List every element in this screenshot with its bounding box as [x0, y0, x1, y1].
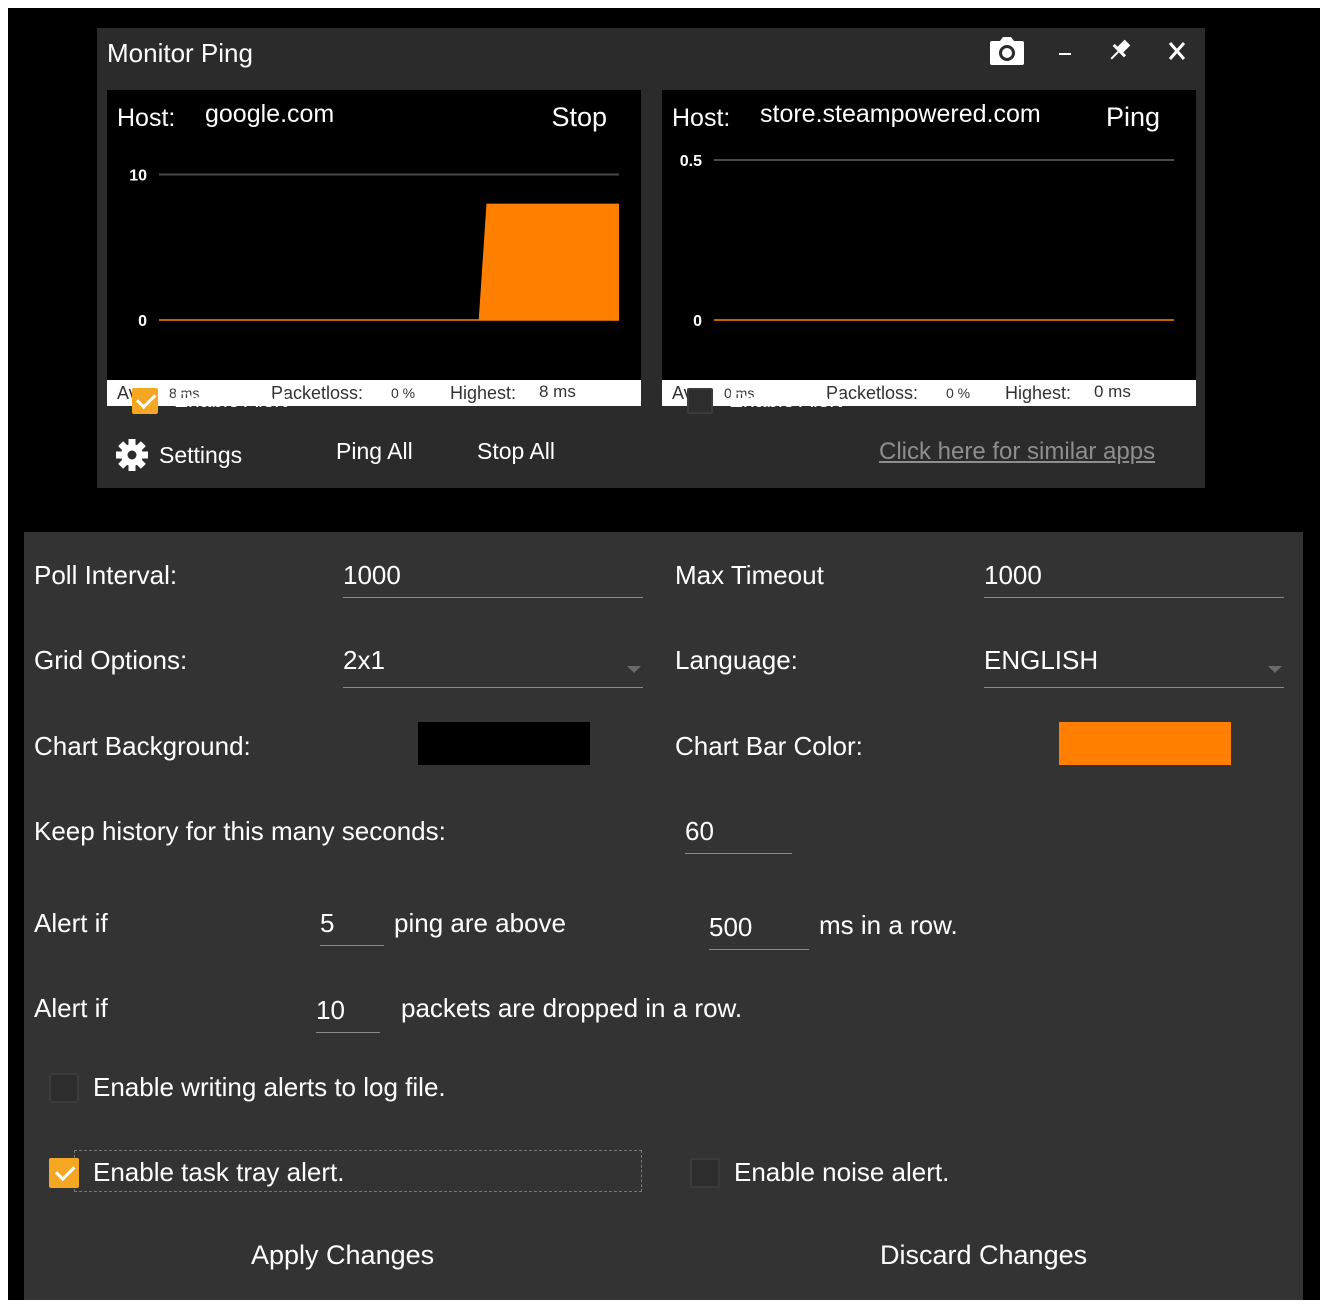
history-label: Keep history for this many seconds:	[34, 816, 446, 846]
similar-apps-link[interactable]: Click here for similar apps	[879, 438, 1155, 466]
packetloss-value: 0 %	[391, 385, 416, 401]
settings-panel: Poll Interval: 1000 Max Timeout 1000 Gri…	[24, 532, 1303, 1300]
highest-label: Highest:	[450, 383, 517, 403]
y-tick-label-1: 10	[129, 168, 147, 185]
enable-alert-2[interactable]: Enable Alert	[687, 388, 842, 414]
chart-bar-color-swatch[interactable]	[1059, 722, 1231, 765]
minimize-button[interactable]	[1052, 36, 1078, 74]
top-edge	[0, 0, 1320, 8]
max-timeout-input[interactable]: 1000	[984, 538, 1284, 598]
host-label: Host:	[672, 104, 731, 132]
alert-if-label-1: Alert if	[34, 908, 108, 938]
grid-options-label: Grid Options:	[34, 645, 188, 675]
stop-all-button[interactable]: Stop All	[477, 438, 555, 465]
highest-value: 0 ms	[1094, 382, 1131, 401]
highest-value: 8 ms	[539, 382, 576, 401]
ping-count-input[interactable]: 5	[320, 886, 384, 946]
bottom-edge	[0, 1300, 1320, 1304]
host-value: store.steampowered.com	[760, 100, 1041, 128]
history-value: 60	[685, 816, 714, 846]
highest-label: Highest:	[1005, 383, 1072, 403]
language-select[interactable]: ENGLISH	[984, 628, 1284, 688]
screenshot-button[interactable]	[987, 36, 1027, 74]
checkbox[interactable]	[687, 388, 713, 414]
ping-count-value: 5	[320, 908, 335, 938]
alert-if-label-2: Alert if	[34, 993, 108, 1023]
checkbox[interactable]	[49, 1072, 79, 1103]
checkbox[interactable]	[690, 1157, 720, 1188]
poll-interval-input[interactable]: 1000	[343, 538, 643, 598]
ping-panel-2: 0 0.5 Host: store.steampowered.com Ping	[662, 90, 1196, 380]
pin-icon	[1110, 39, 1131, 60]
poll-interval-label: Poll Interval:	[34, 560, 178, 590]
history-input[interactable]: 60	[685, 794, 792, 854]
checkbox-label: Enable writing alerts to log file.	[93, 1072, 446, 1102]
log-file-option[interactable]: Enable writing alerts to log file.	[49, 1072, 446, 1103]
close-icon	[1168, 42, 1186, 60]
grid-options-select[interactable]: 2x1	[343, 628, 643, 688]
grid-options-value: 2x1	[343, 645, 385, 675]
chart-bar-color-label: Chart Bar Color:	[675, 731, 863, 761]
host-label: Host:	[117, 104, 176, 132]
apply-changes-button[interactable]: Apply Changes	[251, 1240, 434, 1271]
pin-button[interactable]	[1102, 36, 1136, 74]
ms-in-row-label: ms in a row.	[819, 910, 958, 940]
gear-icon	[116, 439, 148, 471]
discard-changes-button[interactable]: Discard Changes	[880, 1240, 1087, 1271]
left-edge	[0, 0, 8, 1304]
language-value: ENGLISH	[984, 645, 1099, 675]
host-value: google.com	[205, 100, 335, 128]
y-tick-label-1: 0.5	[680, 153, 702, 170]
close-button[interactable]	[1162, 36, 1192, 74]
packets-count-value: 10	[316, 995, 345, 1025]
settings-label: Settings	[159, 441, 243, 468]
noise-alert-option[interactable]: Enable noise alert.	[690, 1157, 949, 1188]
ping-above-label: ping are above	[394, 908, 567, 938]
ping-panel-1: 0 10 Host: google.com Stop	[107, 90, 641, 380]
enable-alert-1[interactable]: Enable Alert	[132, 388, 287, 414]
task-tray-option[interactable]: Enable task tray alert.	[49, 1157, 344, 1188]
minimize-icon	[1059, 53, 1071, 55]
chart-background-label: Chart Background:	[34, 731, 251, 761]
chevron-down-icon	[627, 666, 641, 673]
max-timeout-value: 1000	[984, 560, 1042, 590]
checkbox-label: Enable Alert	[174, 389, 288, 412]
ping-area-series	[159, 203, 619, 320]
y-tick-label-0: 0	[138, 313, 147, 330]
y-tick-label-0: 0	[693, 313, 702, 330]
checkbox-label: Enable noise alert.	[734, 1157, 950, 1187]
stop-button[interactable]: Stop	[551, 102, 607, 133]
checkbox[interactable]	[49, 1157, 79, 1188]
window-title: Monitor Ping	[107, 38, 253, 68]
ping-button[interactable]: Ping	[1106, 102, 1160, 133]
packets-dropped-label: packets are dropped in a row.	[401, 993, 743, 1023]
monitor-ping-window: Monitor Ping 0 10 Host: google.com Stop …	[97, 28, 1205, 488]
camera-icon	[990, 37, 1024, 65]
packets-count-input[interactable]: 10	[316, 973, 380, 1033]
poll-interval-value: 1000	[343, 560, 401, 590]
checkbox-label: Enable Alert	[729, 389, 843, 412]
ping-chart-2: 00.5	[680, 153, 1174, 330]
checkbox[interactable]	[132, 388, 158, 414]
language-label: Language:	[675, 645, 798, 675]
chevron-down-icon	[1268, 666, 1282, 673]
max-timeout-label: Max Timeout	[675, 560, 824, 590]
ping-all-button[interactable]: Ping All	[336, 438, 413, 465]
ping-ms-input[interactable]: 500	[709, 890, 809, 950]
checkbox-label: Enable task tray alert.	[93, 1157, 345, 1187]
ping-ms-value: 500	[709, 912, 753, 942]
packetloss-value: 0 %	[946, 385, 971, 401]
chart-background-swatch[interactable]	[418, 722, 590, 765]
settings-button[interactable]: Settings	[115, 438, 242, 472]
ping-chart-1: 0 10	[129, 168, 619, 330]
